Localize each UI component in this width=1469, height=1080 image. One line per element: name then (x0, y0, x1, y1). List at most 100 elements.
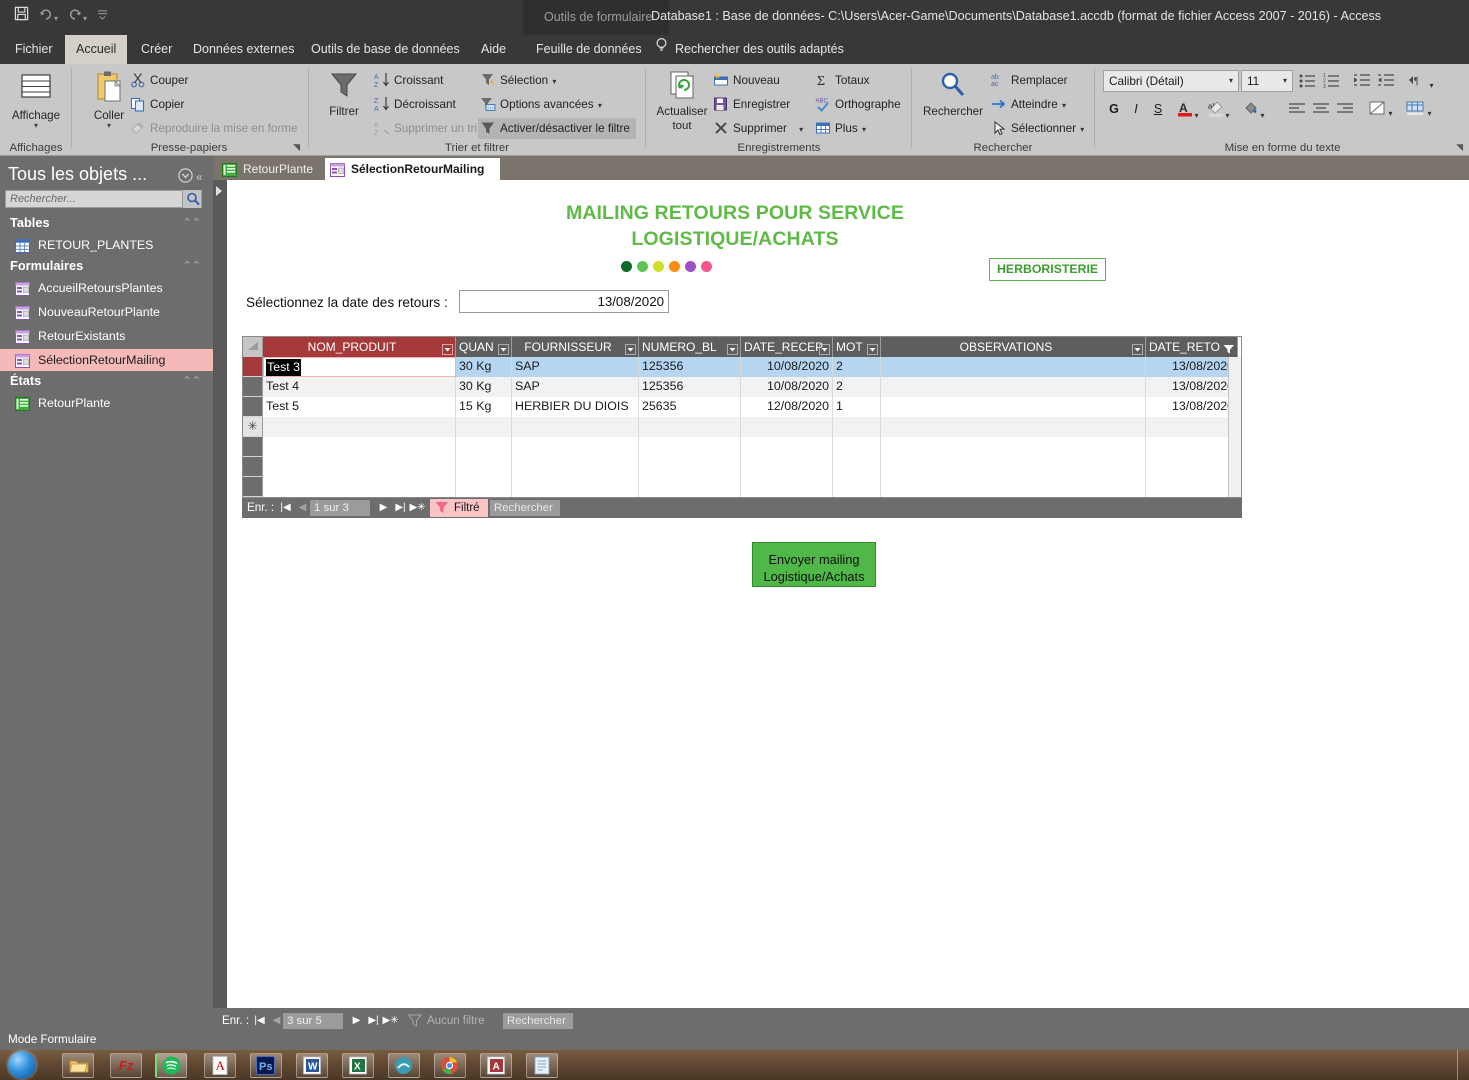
datasheet-record-position[interactable]: 1 sur 3 (310, 500, 370, 516)
datasheet-vertical-scrollbar[interactable] (1228, 357, 1241, 497)
orthographe-button[interactable]: ABC Orthographe (813, 94, 901, 115)
cell-numero-bl[interactable]: 25635 (639, 397, 741, 417)
form-search-box[interactable]: Rechercher (503, 1013, 573, 1029)
nav-pane-collapse-icon[interactable]: « (196, 170, 203, 184)
tab-fichier[interactable]: Fichier (4, 35, 64, 64)
cell-quantite-new[interactable] (456, 417, 512, 437)
column-header-motif[interactable]: MOT (833, 337, 881, 357)
column-header-nom-produit[interactable]: NOM_PRODUIT (263, 337, 456, 357)
access-icon[interactable]: A (480, 1053, 512, 1078)
affichage-dropdown-icon[interactable]: ▾ (4, 122, 68, 130)
spotify-icon[interactable] (155, 1053, 187, 1078)
save-icon[interactable] (14, 6, 29, 24)
datasheet-next-record-button[interactable]: ▶ (375, 498, 392, 518)
row-selector[interactable] (243, 397, 263, 417)
datasheet-filter-status[interactable]: Filtré (430, 499, 488, 517)
align-left-button[interactable] (1287, 102, 1307, 119)
copier-button[interactable]: Copier (128, 94, 184, 115)
nav-pane-menu-icon[interactable] (178, 168, 193, 188)
font-size-select[interactable]: 11 ▾ (1241, 70, 1293, 92)
tell-me-search[interactable]: Rechercher des outils adaptés (655, 35, 844, 64)
cell-motif-new[interactable] (833, 417, 881, 437)
cell-motif[interactable]: 2 (833, 377, 881, 397)
column-header-date-retour[interactable]: DATE_RETO (1146, 337, 1238, 357)
column-header-date-reception[interactable]: DATE_RECEP (741, 337, 833, 357)
cell-fournisseur[interactable]: SAP (512, 357, 639, 377)
chevron-up-icon[interactable]: ⌃⌃ (183, 256, 201, 276)
cell-observations[interactable] (881, 357, 1146, 377)
decroissant-button[interactable]: ZA Décroissant (372, 94, 456, 115)
datasheet-new-record-button[interactable]: ▶✳ (409, 498, 426, 518)
font-name-dropdown-icon[interactable]: ▾ (1229, 71, 1233, 91)
filter-dropdown-icon[interactable] (498, 341, 509, 357)
datasheet-last-record-button[interactable]: ▶| (392, 498, 409, 518)
column-header-observations[interactable]: OBSERVATIONS (881, 337, 1146, 357)
envoyer-mailing-button[interactable]: Envoyer mailing Logistique/Achats (752, 542, 876, 587)
datasheet-select-all-corner[interactable] (243, 337, 263, 357)
cell-numero-bl-new[interactable] (639, 417, 741, 437)
cell-fournisseur[interactable]: HERBIER DU DIOIS (512, 397, 639, 417)
cell-date-reception-new[interactable] (741, 417, 833, 437)
fill-color-button[interactable]: ▾ (1243, 100, 1265, 121)
cell-date-reception[interactable]: 12/08/2020 (741, 397, 833, 417)
table-row[interactable]: Test 4 30 Kg SAP 125356 10/08/2020 2 13/… (263, 377, 1238, 397)
row-selector[interactable] (243, 357, 263, 377)
options-avancees-button[interactable]: Options avancées ▾ (478, 94, 602, 115)
column-header-numero-bl[interactable]: NUMERO_BL (639, 337, 741, 357)
teams-icon[interactable] (388, 1053, 420, 1078)
presse-papiers-dialog-launcher[interactable]: ◥ (293, 142, 300, 153)
form-record-position[interactable]: 3 sur 5 (283, 1013, 343, 1029)
chevron-up-icon[interactable]: ⌃⌃ (183, 213, 201, 233)
cell-fournisseur-new[interactable] (512, 417, 639, 437)
cell-date-reception[interactable]: 10/08/2020 (741, 377, 833, 397)
notepad-icon[interactable] (526, 1053, 558, 1078)
affichage-button[interactable]: Affichage ▾ (4, 72, 68, 130)
filter-dropdown-icon[interactable] (442, 341, 453, 357)
options-avancees-dropdown-icon[interactable]: ▾ (598, 101, 602, 110)
filtrer-button[interactable]: Filtrer (312, 70, 376, 118)
form-last-record-button[interactable]: ▶| (365, 1011, 382, 1031)
font-size-dropdown-icon[interactable]: ▾ (1283, 71, 1287, 91)
cell-date-retour[interactable]: 13/08/2020 (1146, 357, 1238, 377)
font-name-select[interactable]: Calibri (Détail) ▾ (1103, 70, 1239, 92)
filter-dropdown-icon[interactable] (727, 341, 738, 357)
tab-feuille-de-donnees[interactable]: Feuille de données (525, 35, 653, 64)
doc-tab-retourplante[interactable]: RetourPlante (217, 158, 330, 180)
atteindre-dropdown-icon[interactable]: ▾ (1062, 101, 1066, 110)
cell-fournisseur[interactable]: SAP (512, 377, 639, 397)
cell-numero-bl[interactable]: 125356 (639, 357, 741, 377)
cell-quantite[interactable]: 30 Kg (456, 357, 512, 377)
increase-indent-button[interactable] (1376, 72, 1396, 91)
remplacer-button[interactable]: ab ac Remplacer (989, 70, 1068, 91)
undo-icon[interactable]: ▾ (39, 8, 58, 23)
cell-nom-produit-new[interactable] (263, 417, 456, 437)
filter-dropdown-icon[interactable] (819, 341, 830, 357)
table-row[interactable]: Test 5 15 Kg HERBIER DU DIOIS 25635 12/0… (263, 397, 1238, 417)
tab-aide[interactable]: Aide (470, 35, 517, 64)
form-next-record-button[interactable]: ▶ (348, 1011, 365, 1031)
word-icon[interactable]: W (296, 1053, 328, 1078)
selection-dropdown-icon[interactable]: ▾ (552, 77, 556, 86)
nouveau-record-button[interactable]: Nouveau (711, 70, 780, 91)
nav-item-accueil-retours-plantes[interactable]: AccueilRetoursPlantes (0, 277, 213, 299)
rechercher-button[interactable]: Rechercher (915, 70, 991, 118)
filter-dropdown-icon[interactable] (867, 341, 878, 357)
nav-item-selection-retour-mailing[interactable]: SélectionRetourMailing (0, 349, 213, 371)
nav-item-retour-existants[interactable]: RetourExistants (0, 325, 213, 347)
nav-section-tables[interactable]: Tables ⌃⌃ (0, 213, 213, 233)
cell-observations[interactable] (881, 377, 1146, 397)
cell-quantite[interactable]: 15 Kg (456, 397, 512, 417)
nav-item-retour-plante-report[interactable]: RetourPlante (0, 392, 213, 414)
table-row[interactable]: Test 3 30 Kg SAP 125356 10/08/2020 2 13/… (263, 357, 1238, 377)
doc-tab-selectionretourmailing[interactable]: SélectionRetourMailing (325, 158, 501, 180)
nav-item-retour-plantes[interactable]: RETOUR_PLANTES (0, 234, 213, 256)
cell-quantite[interactable]: 30 Kg (456, 377, 512, 397)
bullet-list-button[interactable] (1298, 72, 1318, 91)
plus-dropdown-icon[interactable]: ▾ (862, 125, 866, 134)
form-new-record-button[interactable]: ▶✳ (382, 1011, 399, 1031)
chevron-up-icon[interactable]: ⌃⌃ (183, 371, 201, 391)
cell-numero-bl[interactable]: 125356 (639, 377, 741, 397)
column-header-fournisseur[interactable]: FOURNISSEUR (512, 337, 639, 357)
highlight-color-button[interactable]: ab ▾ (1208, 100, 1230, 121)
column-header-quantite[interactable]: QUAN (456, 337, 512, 357)
